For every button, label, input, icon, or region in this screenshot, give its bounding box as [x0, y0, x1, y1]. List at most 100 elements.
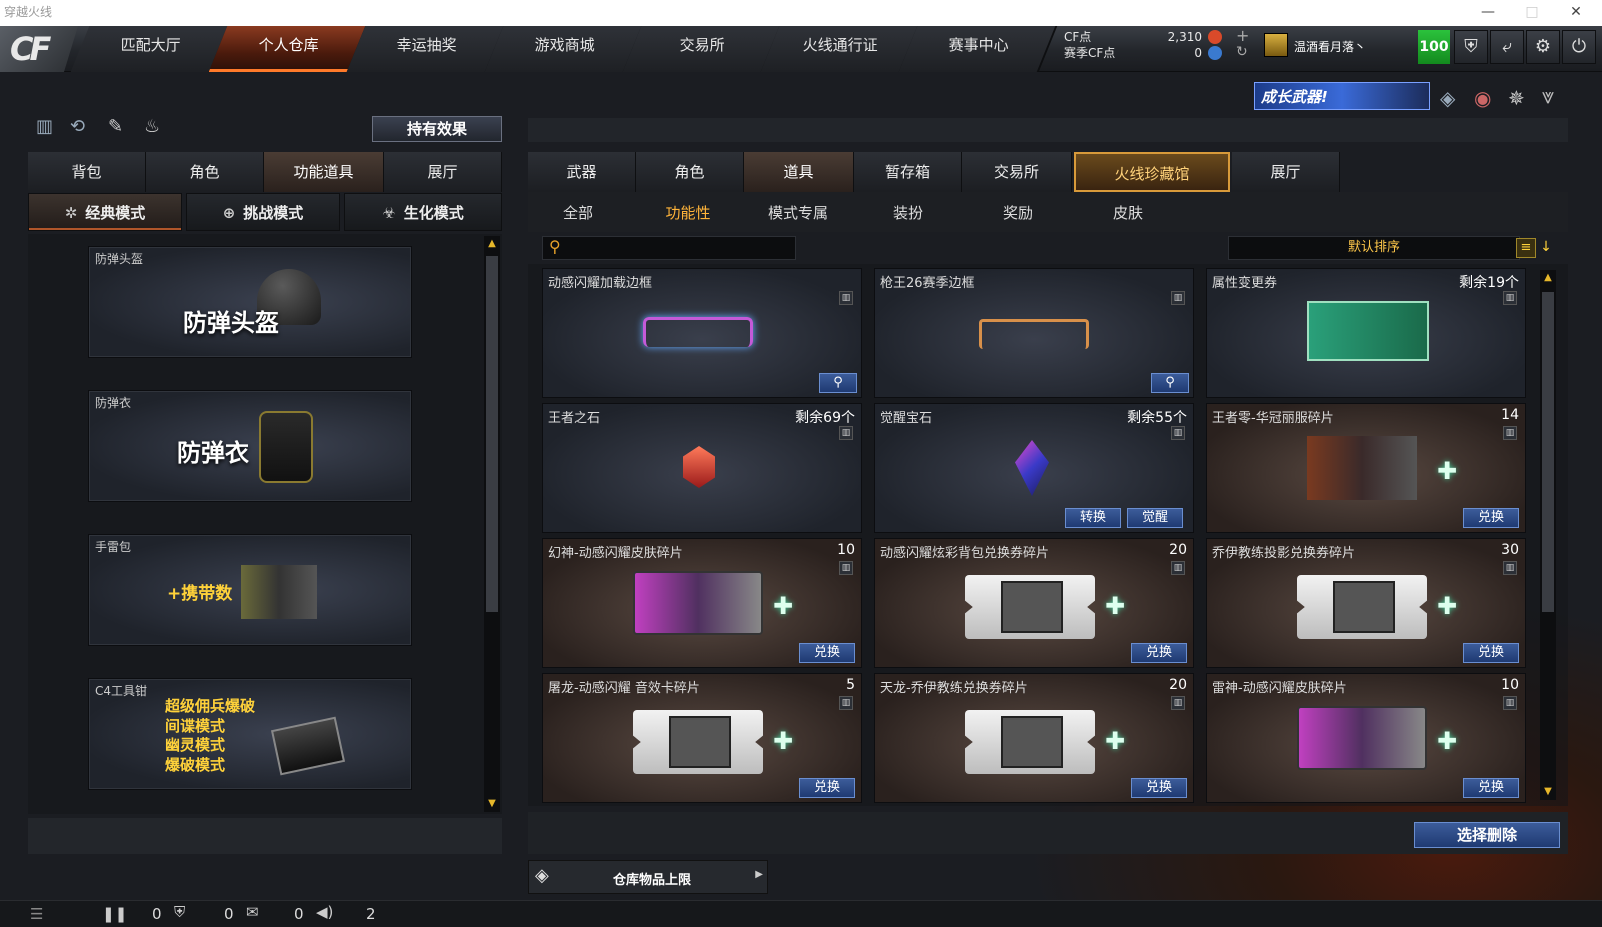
select-delete-button[interactable]: 选择删除 [1414, 822, 1560, 848]
trash-icon[interactable]: ▥ [839, 291, 853, 305]
left-tab-function-items[interactable]: 功能道具 [264, 152, 384, 192]
redeem-button[interactable]: 兑换 [1463, 508, 1519, 528]
search-input[interactable]: ⚲ [542, 236, 796, 260]
hold-effect-button[interactable]: 持有效果 [372, 116, 502, 142]
power-icon[interactable]: ⏻ [1562, 30, 1596, 64]
mode-tab-zombie[interactable]: ☣ 生化模式 [344, 193, 502, 231]
redeem-button[interactable]: 兑换 [799, 643, 855, 663]
nav-tab-warehouse[interactable]: 个人仓库 [208, 26, 368, 72]
trash-icon[interactable]: ▥ [1171, 426, 1185, 440]
nav-tab-lottery[interactable]: 幸运抽奖 [346, 26, 506, 72]
list-view-icon[interactable]: ≡ [1516, 238, 1536, 258]
right-tab-storage[interactable]: 暂存箱 [854, 152, 962, 192]
preview-button[interactable]: ⚲ [1151, 373, 1189, 393]
stats-icon[interactable]: ▥ [36, 116, 53, 137]
item-card[interactable]: 动感闪耀加载边框 ▥ ⚲ [542, 268, 862, 398]
trash-icon[interactable]: ▥ [1171, 696, 1185, 710]
badge-icon-3[interactable]: ✵ [1508, 86, 1525, 110]
trash-icon[interactable]: ▥ [1503, 426, 1517, 440]
filter-skin[interactable]: 皮肤 [1078, 202, 1178, 223]
left-tab-character[interactable]: 角色 [146, 152, 264, 192]
item-card[interactable]: 觉醒宝石 剩余55个 ▥ 转换 觉醒 [874, 403, 1194, 533]
filter-outfit[interactable]: 装扮 [858, 202, 958, 223]
badge-icon-1[interactable]: ◈ [1440, 86, 1455, 110]
redeem-button[interactable]: 兑换 [799, 778, 855, 798]
trash-icon[interactable]: ▥ [1503, 291, 1517, 305]
trash-icon[interactable]: ▥ [839, 426, 853, 440]
redeem-button[interactable]: 兑换 [1131, 643, 1187, 663]
nav-tab-shop[interactable]: 游戏商城 [484, 26, 644, 72]
item-card[interactable]: 王者之石 剩余69个 ▥ [542, 403, 862, 533]
item-card[interactable]: 动感闪耀炫彩背包兑换券碎片 20 ▥ ✚ 兑换 [874, 538, 1194, 668]
trash-icon[interactable]: ▥ [1503, 561, 1517, 575]
menu-icon[interactable]: ☰ [30, 905, 43, 923]
list-item-vest[interactable]: 防弹衣 防弹衣 [88, 390, 412, 502]
awaken-button[interactable]: 觉醒 [1127, 508, 1183, 528]
item-card[interactable]: 雷神-动感闪耀皮肤碎片 10 ▥ ✚ 兑换 [1206, 673, 1526, 803]
item-card[interactable]: 属性变更券 剩余19个 ▥ [1206, 268, 1526, 398]
grid-scroll-down-icon[interactable]: ▼ [1542, 786, 1554, 798]
clan-icon[interactable]: ⛨ [174, 903, 185, 921]
redeem-button[interactable]: 兑换 [1463, 778, 1519, 798]
filter-mode-exclusive[interactable]: 模式专属 [748, 202, 848, 223]
badge-icon-2[interactable]: ◉ [1474, 86, 1491, 110]
left-tab-gallery[interactable]: 展厅 [384, 152, 502, 192]
trash-icon[interactable]: ▥ [1171, 291, 1185, 305]
trash-icon[interactable]: ▥ [839, 696, 853, 710]
nav-tab-match-lobby[interactable]: 匹配大厅 [70, 26, 230, 72]
maximize-icon[interactable]: □ [1512, 0, 1552, 26]
list-item-grenade-pack[interactable]: 手雷包 +携带数 [88, 534, 412, 646]
list-item-helmet[interactable]: 防弹头盔 防弹头盔 [88, 246, 412, 358]
filter-functional[interactable]: 功能性 [638, 202, 738, 223]
friends-icon[interactable]: ❚❚ [102, 905, 127, 923]
level-badge[interactable]: 100 [1418, 30, 1450, 64]
shield-icon[interactable]: ⛨ [1454, 30, 1488, 64]
mode-tab-classic[interactable]: ✲ 经典模式 [28, 193, 182, 231]
trash-icon[interactable]: ▥ [839, 561, 853, 575]
minimize-icon[interactable]: — [1468, 0, 1508, 26]
list-item-c4-tool[interactable]: C4工具钳 超级佣兵爆破 间谍模式 幽灵模式 爆破模式 [88, 678, 412, 790]
return-icon[interactable]: ⤶ [1490, 30, 1524, 64]
right-tab-weapons[interactable]: 武器 [528, 152, 636, 192]
mode-tab-challenge[interactable]: ⊕ 挑战模式 [186, 193, 340, 231]
right-tab-collection[interactable]: 火线珍藏馆 [1074, 152, 1230, 192]
scroll-up-icon[interactable]: ▲ [486, 238, 498, 250]
filter-reward[interactable]: 奖励 [968, 202, 1068, 223]
left-scroll-thumb[interactable] [486, 256, 498, 612]
left-tab-bag[interactable]: 背包 [28, 152, 146, 192]
item-card[interactable]: 幻神-动感闪耀皮肤碎片 10 ▥ ✚ 兑换 [542, 538, 862, 668]
redeem-button[interactable]: 兑换 [1131, 778, 1187, 798]
close-icon[interactable]: ✕ [1556, 0, 1596, 26]
nav-tab-pass[interactable]: 火线通行证 [760, 26, 920, 72]
item-card[interactable]: 乔伊教练投影兑换券碎片 30 ▥ ✚ 兑换 [1206, 538, 1526, 668]
right-scrollbar[interactable]: ▲ ▼ [1540, 270, 1556, 800]
nav-tab-exchange[interactable]: 交易所 [622, 26, 782, 72]
item-card[interactable]: 枪王26赛季边框 ▥ ⚲ [874, 268, 1194, 398]
trash-icon[interactable]: ▥ [1503, 696, 1517, 710]
right-tab-character[interactable]: 角色 [636, 152, 744, 192]
refresh-icon[interactable]: ↻ [1236, 44, 1248, 60]
badge-icon-4[interactable]: ⩔ [1542, 84, 1554, 109]
cf-logo[interactable]: CF [0, 26, 78, 72]
right-tab-gallery[interactable]: 展厅 [1232, 152, 1340, 192]
item-card[interactable]: 屠龙-动感闪耀 音效卡碎片 5 ▥ ✚ 兑换 [542, 673, 862, 803]
right-tab-items[interactable]: 道具 [744, 152, 854, 192]
sort-direction-icon[interactable]: ↓ [1538, 238, 1554, 258]
right-tab-exchange[interactable]: 交易所 [962, 152, 1072, 192]
preview-button[interactable]: ⚲ [819, 373, 857, 393]
speaker-icon[interactable]: ◀) [316, 903, 333, 921]
grid-scroll-up-icon[interactable]: ▲ [1542, 272, 1554, 284]
bag-icon[interactable]: ♨ [144, 116, 160, 137]
add-points-icon[interactable]: + [1236, 26, 1249, 45]
settings-icon[interactable]: ⚙ [1526, 30, 1560, 64]
capacity-bar[interactable]: ◈ 仓库物品上限 ▶ [528, 860, 768, 894]
filter-all[interactable]: 全部 [528, 202, 628, 223]
username[interactable]: 温酒看月落丶 [1294, 38, 1366, 55]
scroll-down-icon[interactable]: ▼ [486, 798, 498, 810]
sort-dropdown[interactable]: 默认排序 [1228, 236, 1520, 260]
trash-icon[interactable]: ▥ [1171, 561, 1185, 575]
history-icon[interactable]: ⟲ [70, 116, 85, 137]
growth-weapon-banner[interactable]: 成长武器! [1254, 82, 1430, 110]
left-scrollbar[interactable]: ▲ ▼ [484, 236, 500, 812]
chat-icon[interactable]: ✉ [246, 903, 259, 921]
